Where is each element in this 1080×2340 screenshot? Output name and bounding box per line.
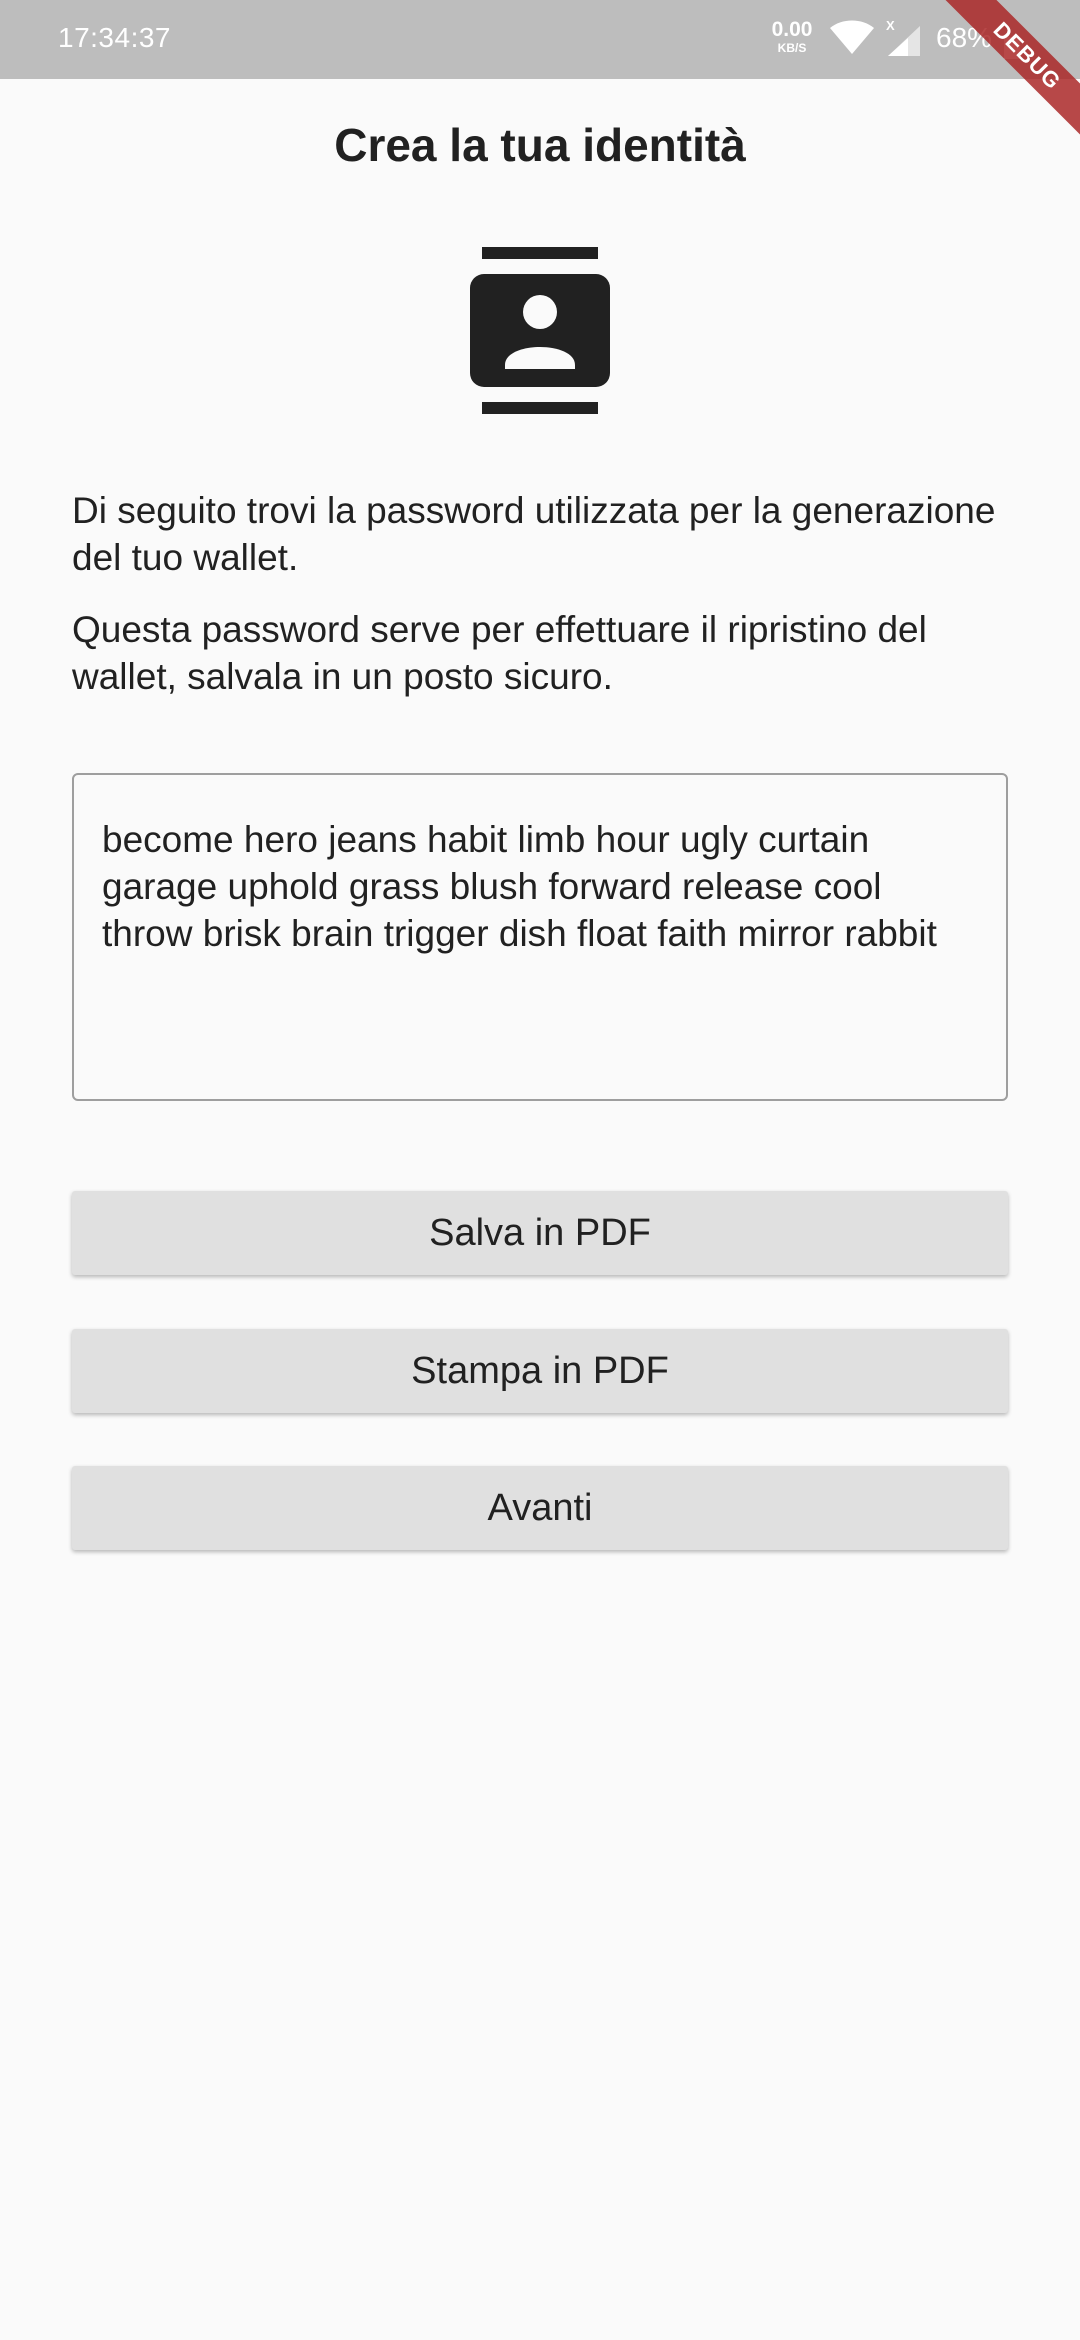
save-pdf-button[interactable]: Salva in PDF xyxy=(72,1191,1008,1275)
intro-paragraph-1: Di seguito trovi la password utilizzata … xyxy=(72,490,996,578)
password-field[interactable]: become hero jeans habit limb hour ugly c… xyxy=(72,773,1008,1101)
intro-paragraph-2: Questa password serve per effettuare il … xyxy=(72,609,927,697)
contact-card-icon xyxy=(470,247,610,417)
status-bar: 17:34:37 0.00 KB/S X 68% xyxy=(0,0,1080,79)
cell-signal-icon: X xyxy=(884,18,924,63)
page-title: Crea la tua identità xyxy=(334,119,746,171)
battery-icon xyxy=(1004,37,1020,59)
network-speed-unit: KB/S xyxy=(777,41,807,55)
battery-percent: 68% xyxy=(936,22,993,53)
network-speed-value: 0.00 xyxy=(771,18,813,41)
network-speed: 0.00 KB/S xyxy=(766,19,818,54)
signal-badge: X xyxy=(886,18,895,33)
print-pdf-button[interactable]: Stampa in PDF xyxy=(72,1329,1008,1413)
wifi-icon xyxy=(828,20,876,61)
status-time: 17:34:37 xyxy=(58,22,171,53)
next-button[interactable]: Avanti xyxy=(72,1466,1008,1550)
